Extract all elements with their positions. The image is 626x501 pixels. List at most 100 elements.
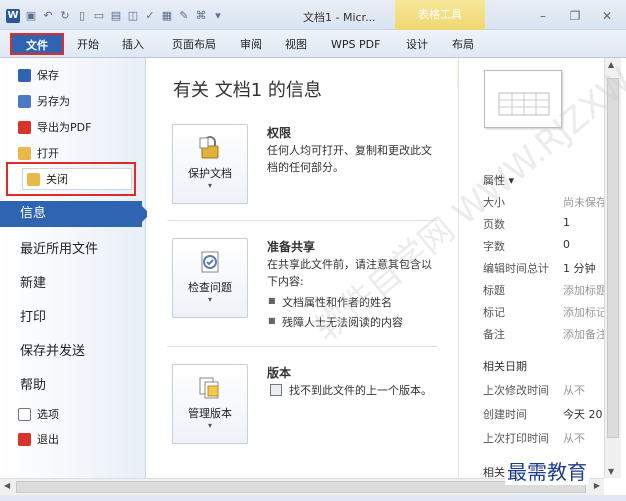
nav-options[interactable]: 选项 <box>18 403 59 425</box>
redo-icon[interactable]: ↻ <box>58 9 72 23</box>
nav-export-pdf-label: 导出为PDF <box>37 121 92 134</box>
dropdown-arrow-icon: ▾ <box>207 295 212 304</box>
restore-icon[interactable]: ❐ <box>566 9 584 23</box>
nav-recent[interactable]: 最近所用文件 <box>20 238 98 257</box>
close-folder-icon <box>27 172 40 186</box>
add-tags-field[interactable]: 添加标记 <box>563 304 607 320</box>
prop-key: 上次打印时间 <box>483 432 549 445</box>
prop-key: 上次修改时间 <box>483 384 549 397</box>
exit-icon <box>18 432 31 446</box>
prop-value: 从不 <box>563 384 585 397</box>
tab-wps-pdf[interactable]: WPS PDF <box>331 36 380 54</box>
check-issues-button[interactable]: 检查问题 ▾ <box>172 238 248 318</box>
corner-brand-logo: 最需教育 <box>505 456 589 485</box>
pdf-icon <box>18 120 31 134</box>
draw-icon[interactable]: ✎ <box>177 9 191 23</box>
nav-info[interactable]: 信息 <box>0 201 150 227</box>
nav-help[interactable]: 帮助 <box>20 374 46 393</box>
versions-section: 管理版本 ▾ 版本 找不到此文件的上一个版本。 <box>172 364 442 454</box>
tab-design[interactable]: 设计 <box>406 36 428 54</box>
contextual-tab-group: 表格工具 <box>395 0 485 30</box>
nav-print[interactable]: 打印 <box>20 306 46 325</box>
open-icon[interactable]: ▭ <box>92 9 106 23</box>
options-icon <box>18 407 31 421</box>
scroll-right-icon[interactable]: ▶ <box>594 481 600 490</box>
undo-icon[interactable]: ↶ <box>41 9 55 23</box>
open-folder-icon <box>18 146 31 160</box>
word-app-icon[interactable]: W <box>6 9 20 23</box>
dropdown-arrow-icon: ▾ <box>207 421 212 430</box>
customize-qat-icon[interactable]: ▾ <box>211 9 225 23</box>
save-icon[interactable]: ▣ <box>24 9 38 23</box>
prop-key: 备注 <box>483 328 505 341</box>
nav-save-send[interactable]: 保存并发送 <box>20 340 85 359</box>
prop-key: 标记 <box>483 306 505 319</box>
add-comments-field[interactable]: 添加备注 <box>563 326 607 342</box>
tab-file[interactable]: 文件 <box>10 33 64 55</box>
preview-icon[interactable]: ◫ <box>126 9 140 23</box>
scroll-thumb[interactable] <box>607 78 619 438</box>
divider <box>167 220 437 221</box>
close-window-icon[interactable]: ✕ <box>598 9 616 23</box>
nav-save[interactable]: 保存 <box>18 64 59 86</box>
divider <box>167 346 437 347</box>
nav-options-label: 选项 <box>37 408 59 421</box>
nav-exit-label: 退出 <box>37 433 59 446</box>
quick-access-toolbar: ▣ ↶ ↻ ▯ ▭ ▤ ◫ ✓ ▦ ✎ ⌘ ▾ <box>24 9 225 23</box>
scroll-down-icon[interactable]: ▼ <box>608 467 614 476</box>
prop-value: 从不 <box>563 432 585 445</box>
prop-value: 今天 20 <box>563 408 603 421</box>
print-icon[interactable]: ▤ <box>109 9 123 23</box>
nav-save-as[interactable]: 另存为 <box>18 90 70 112</box>
window-controls: – ❐ ✕ <box>534 9 616 23</box>
versions-icon <box>199 377 219 399</box>
nav-open[interactable]: 打开 <box>18 142 59 164</box>
permissions-text: 任何人均可打开、复制和更改此文档的任何部分。 <box>267 144 432 174</box>
add-title-field[interactable]: 添加标题 <box>563 282 607 298</box>
nav-close[interactable]: 关闭 <box>22 168 132 190</box>
nav-export-pdf[interactable]: 导出为PDF <box>18 116 91 138</box>
protect-document-button[interactable]: 保护文档 ▾ <box>172 124 248 204</box>
nav-close-label: 关闭 <box>46 173 68 186</box>
ribbon-tab-bar: 文件 开始 插入 页面布局 审阅 视图 WPS PDF 设计 布局 ▴ ? <box>0 30 626 88</box>
prop-value: 1 <box>563 216 570 229</box>
org-icon[interactable]: ⌘ <box>194 9 208 23</box>
prop-key: 标题 <box>483 284 505 297</box>
check-issues-label: 检查问题 <box>188 281 232 294</box>
new-doc-icon[interactable]: ▯ <box>75 9 89 23</box>
spell-icon[interactable]: ✓ <box>143 9 157 23</box>
vertical-scrollbar[interactable]: ▲ ▼ <box>604 58 621 478</box>
nav-open-label: 打开 <box>37 147 59 160</box>
protect-document-label: 保护文档 <box>188 167 232 180</box>
manage-versions-label: 管理版本 <box>188 407 232 420</box>
page-title: 有关 文档1 的信息 <box>173 80 322 101</box>
scroll-left-icon[interactable]: ◀ <box>4 481 10 490</box>
prop-key: 字数 <box>483 240 505 253</box>
lock-icon <box>199 136 219 159</box>
tab-page-layout[interactable]: 页面布局 <box>172 36 216 54</box>
dropdown-arrow-icon: ▾ <box>207 181 212 190</box>
tab-home[interactable]: 开始 <box>77 36 99 54</box>
save-icon <box>18 68 31 82</box>
nav-new[interactable]: 新建 <box>20 272 46 291</box>
manage-versions-button[interactable]: 管理版本 ▾ <box>172 364 248 444</box>
versions-heading: 版本 <box>267 366 292 380</box>
permissions-section: 保护文档 ▾ 权限 任何人均可打开、复制和更改此文档的任何部分。 <box>172 124 442 214</box>
backstage-nav: 保存 另存为 导出为PDF 打开 关闭 信息 最近所用文件 新建 打印 保存并发… <box>0 58 150 478</box>
versions-text: 找不到此文件的上一个版本。 <box>289 384 432 397</box>
status-strip <box>0 495 626 501</box>
prop-value: 尚未保存 <box>563 196 607 209</box>
prop-key: 编辑时间总计 <box>483 262 549 275</box>
check-document-icon <box>201 251 219 273</box>
tab-insert[interactable]: 插入 <box>122 36 144 54</box>
table-icon[interactable]: ▦ <box>160 9 174 23</box>
hscroll-thumb[interactable] <box>16 481 586 493</box>
tab-layout[interactable]: 布局 <box>452 36 474 54</box>
nav-exit[interactable]: 退出 <box>18 428 59 450</box>
minimize-icon[interactable]: – <box>534 9 552 23</box>
tab-view[interactable]: 视图 <box>285 36 307 54</box>
prop-key: 创建时间 <box>483 408 527 421</box>
nav-save-label: 保存 <box>37 69 59 82</box>
tab-review[interactable]: 审阅 <box>240 36 262 54</box>
title-bar: W ▣ ↶ ↻ ▯ ▭ ▤ ◫ ✓ ▦ ✎ ⌘ ▾ 文档1 - Micr... … <box>0 0 626 30</box>
